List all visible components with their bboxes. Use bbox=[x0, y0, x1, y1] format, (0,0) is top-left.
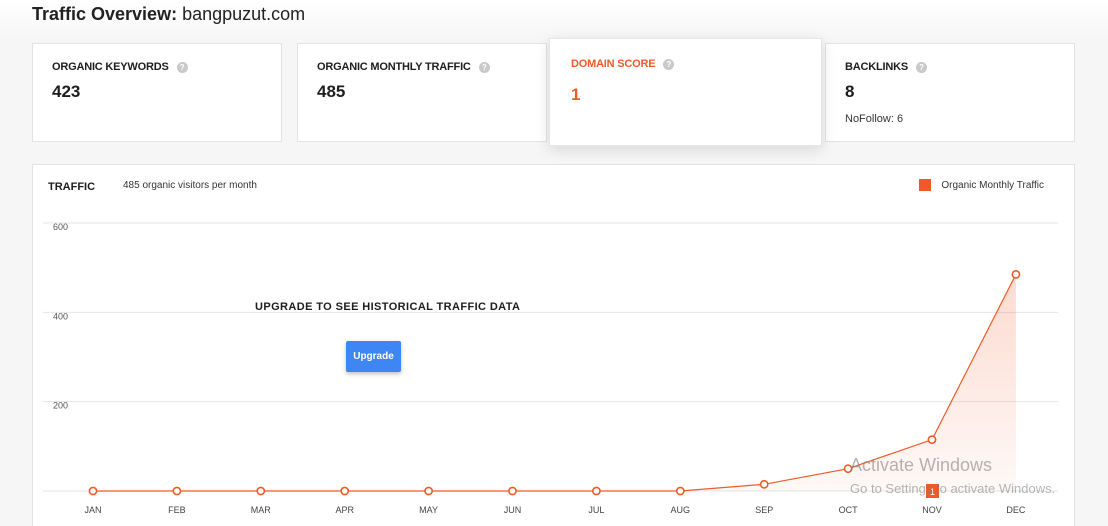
legend-swatch bbox=[919, 179, 932, 191]
data-point bbox=[1011, 269, 1021, 279]
data-point bbox=[592, 486, 601, 496]
traffic-title: TRAFFIC bbox=[48, 181, 96, 193]
x-tick-label: OCT bbox=[839, 505, 859, 515]
traffic-subtitle: 485 organic visitors per month bbox=[123, 180, 257, 191]
x-tick-label: FEB bbox=[168, 505, 186, 515]
data-point bbox=[675, 486, 685, 496]
x-tick-label: APR bbox=[335, 505, 354, 515]
card-value: 8 bbox=[845, 82, 855, 101]
x-tick-label: NOV bbox=[922, 505, 942, 515]
card-label: BACKLINKS ? bbox=[845, 61, 927, 73]
card-label: DOMAIN SCORE ? bbox=[571, 58, 675, 70]
watermark-title: Activate Windows bbox=[850, 455, 993, 475]
card-label-text: ORGANIC KEYWORDS bbox=[52, 61, 169, 73]
page: Traffic Overview: bangpuzut.com ORGANIC … bbox=[0, 0, 1108, 526]
help-icon[interactable]: ? bbox=[176, 61, 188, 73]
card-label: ORGANIC KEYWORDS ? bbox=[52, 61, 188, 73]
card-label-text: DOMAIN SCORE bbox=[571, 58, 656, 70]
help-icon[interactable]: ? bbox=[663, 58, 675, 70]
page-title-domain: bangpuzut.com bbox=[182, 4, 306, 24]
x-tick-label: MAR bbox=[251, 505, 271, 515]
card-value: 423 bbox=[52, 82, 81, 101]
card-value: 485 bbox=[317, 82, 346, 101]
card-label-text: ORGANIC MONTHLY TRAFFIC bbox=[317, 61, 471, 73]
upgrade-button[interactable]: Upgrade bbox=[346, 341, 401, 372]
x-tick-label: DEC bbox=[1006, 505, 1026, 515]
chart-legend[interactable]: Organic Monthly Traffic bbox=[919, 179, 1044, 191]
y-tick-label: 200 bbox=[53, 401, 68, 411]
card-value: 1 bbox=[571, 85, 581, 104]
card-label: ORGANIC MONTHLY TRAFFIC ? bbox=[317, 61, 490, 73]
data-point bbox=[759, 479, 769, 489]
card-backlinks: BACKLINKS ? 8 NoFollow: 6 bbox=[825, 43, 1075, 142]
upgrade-message: UPGRADE TO SEE HISTORICAL TRAFFIC DATA bbox=[255, 301, 521, 313]
x-tick-label: SEP bbox=[755, 505, 773, 515]
watermark-subtitle: Go to Settings to activate Windows. bbox=[850, 481, 1056, 496]
help-icon[interactable]: ? bbox=[915, 61, 927, 73]
card-domain-score[interactable]: DOMAIN SCORE ? 1 bbox=[549, 38, 822, 146]
windows-activation-watermark: Activate Windows Go to Settings to activ… bbox=[850, 455, 1055, 496]
card-organic-monthly-traffic: ORGANIC MONTHLY TRAFFIC ? 485 bbox=[297, 43, 547, 142]
page-title-label: Traffic Overview: bbox=[32, 4, 178, 24]
x-tick-label: AUG bbox=[671, 505, 691, 515]
y-tick-label: 600 bbox=[53, 222, 68, 232]
data-point bbox=[927, 435, 937, 445]
legend-label: Organic Monthly Traffic bbox=[941, 179, 1044, 191]
card-subtext: NoFollow: 6 bbox=[845, 113, 904, 125]
card-label-text: BACKLINKS bbox=[845, 61, 908, 73]
data-point bbox=[172, 486, 182, 496]
data-point bbox=[508, 486, 517, 496]
data-point bbox=[424, 486, 433, 496]
x-tick-label: JAN bbox=[84, 505, 101, 515]
x-tick-label: JUN bbox=[504, 505, 522, 515]
data-point bbox=[88, 486, 98, 496]
x-tick-label: MAY bbox=[419, 505, 438, 515]
page-title: Traffic Overview: bangpuzut.com bbox=[32, 4, 305, 25]
x-tick-label: JUL bbox=[588, 505, 604, 515]
data-point bbox=[340, 486, 350, 496]
data-point bbox=[256, 486, 266, 496]
help-icon[interactable]: ? bbox=[478, 61, 490, 73]
card-organic-keywords: ORGANIC KEYWORDS ? 423 bbox=[32, 43, 282, 142]
y-tick-label: 400 bbox=[53, 311, 68, 321]
